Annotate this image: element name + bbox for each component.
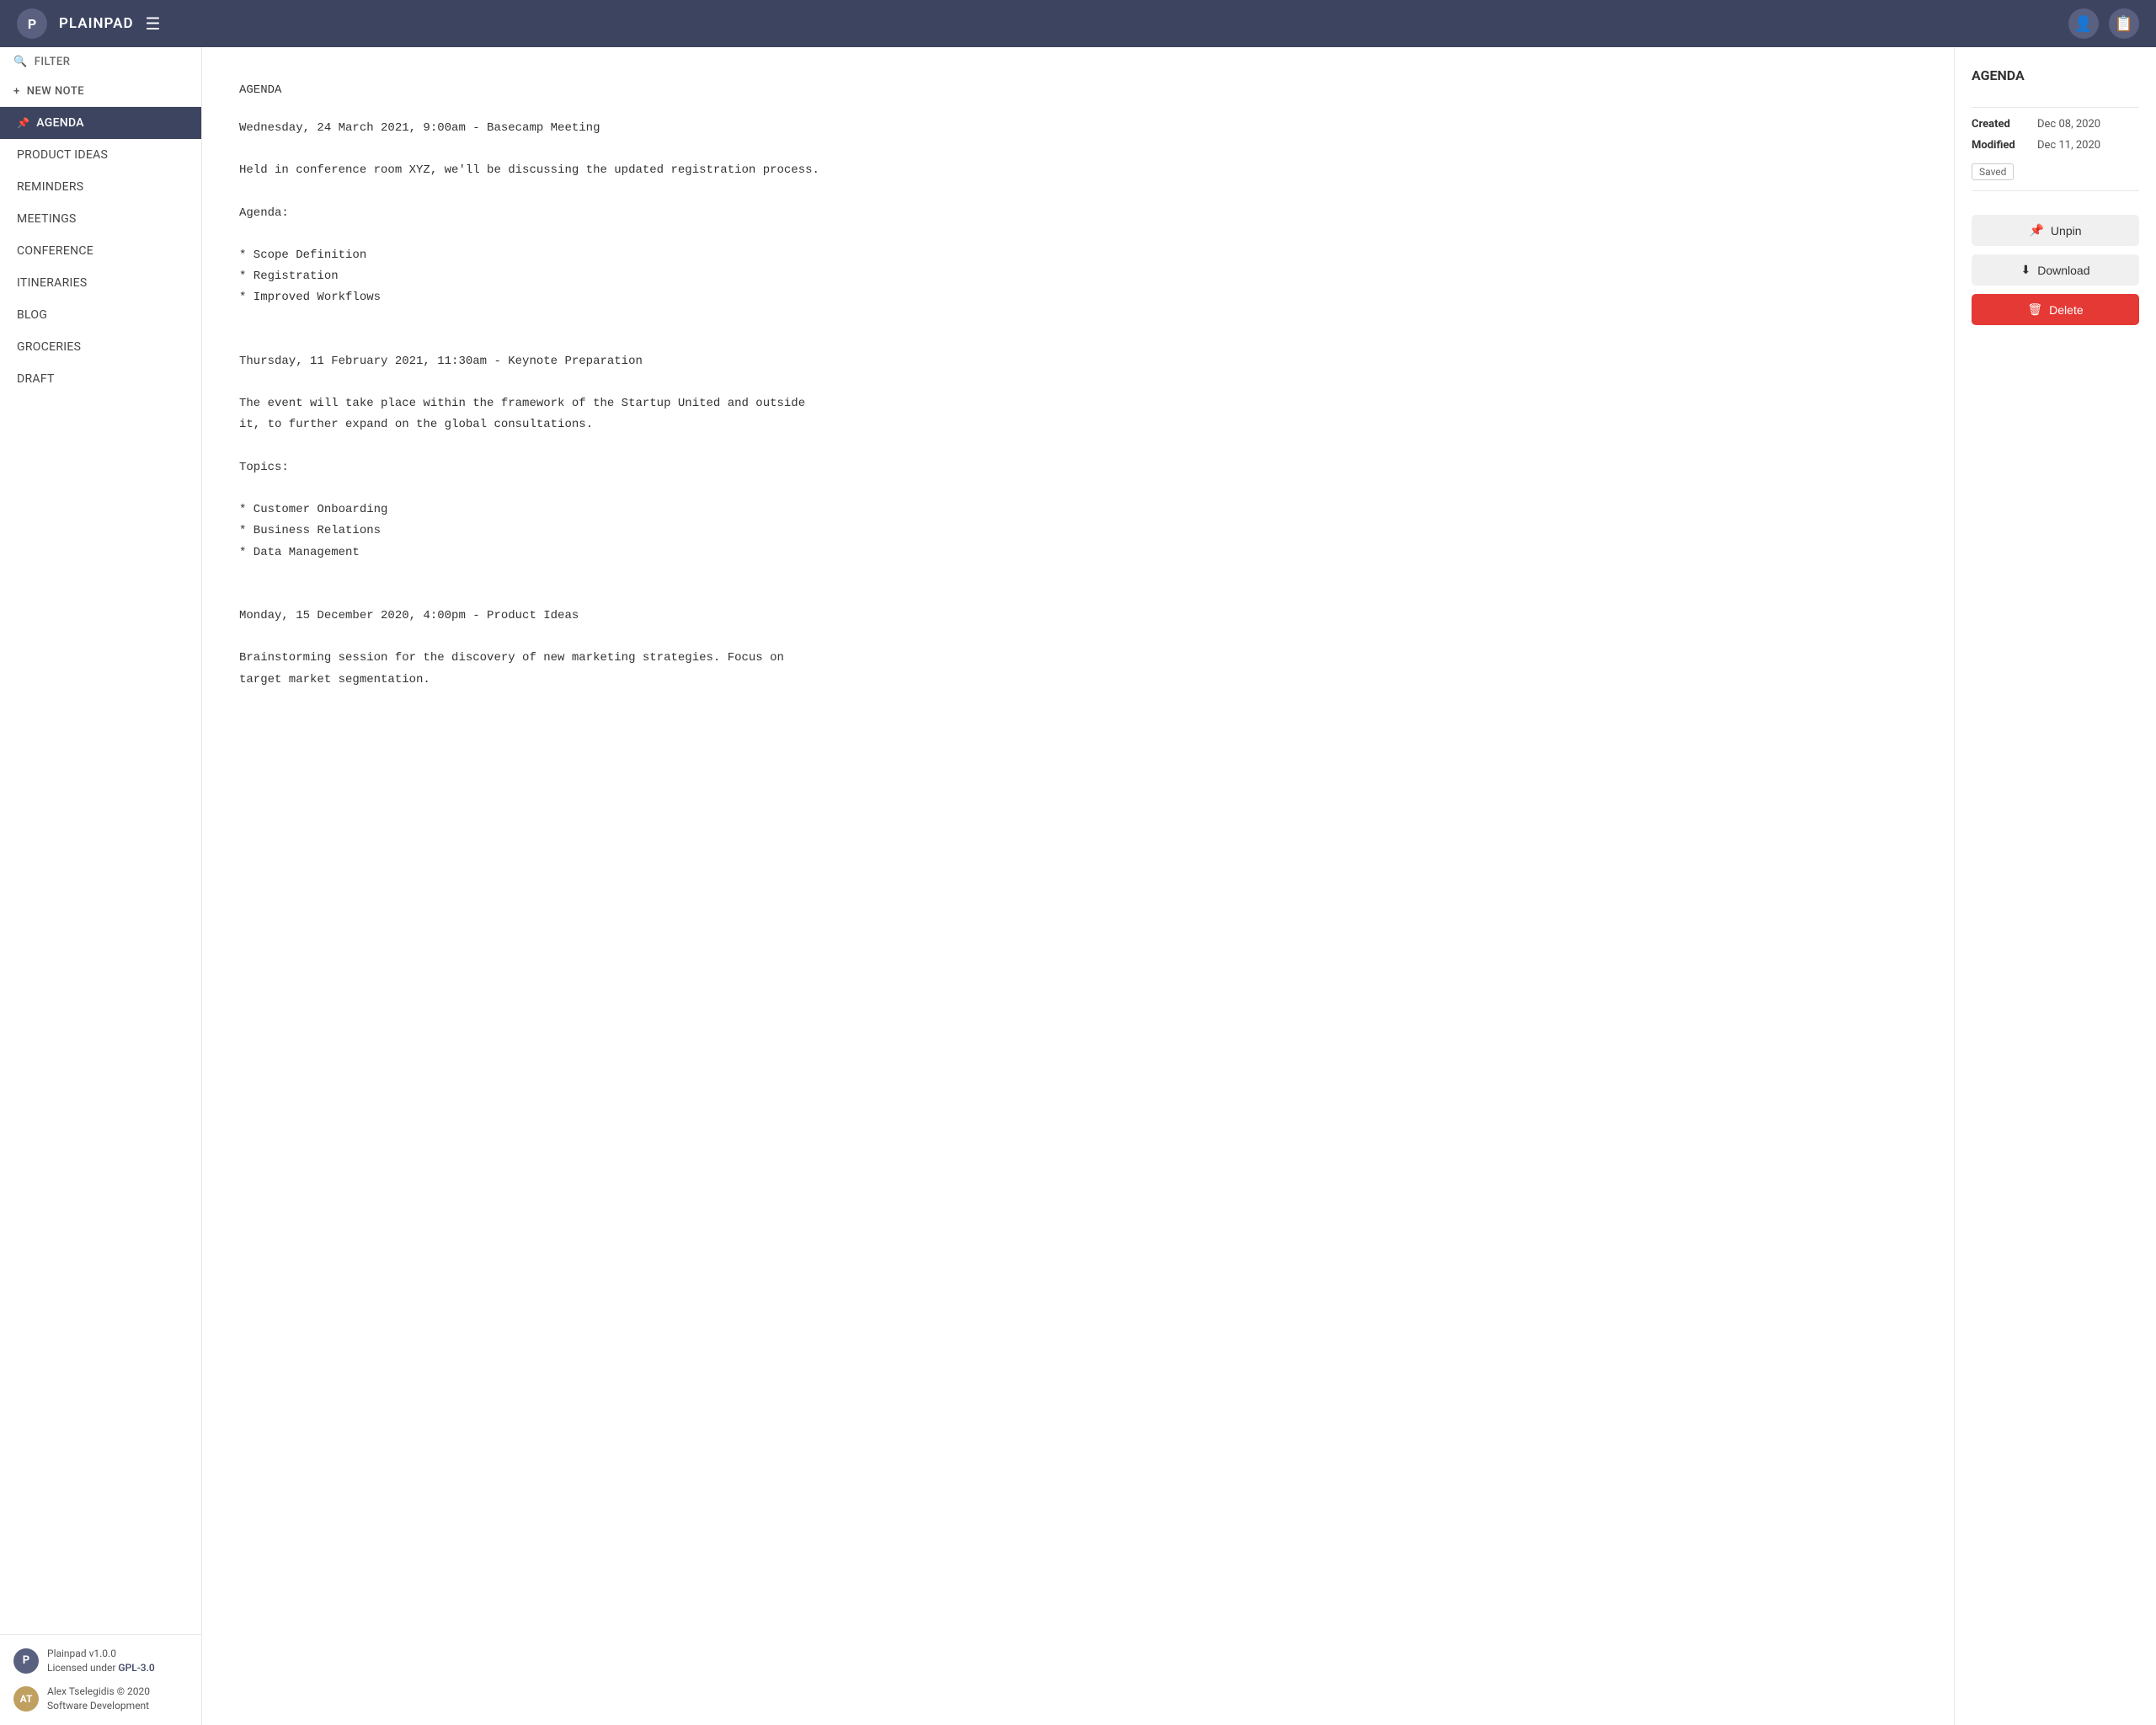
author-role: Software Development	[47, 1699, 150, 1713]
download-button[interactable]: ⬇ Download	[1972, 254, 2139, 286]
search-icon: 🔍	[13, 56, 28, 68]
content-area: AGENDA Wednesday, 24 March 2021, 9:00am …	[202, 47, 1954, 1725]
sidebar-item-itineraries[interactable]: ITINERARIES	[0, 267, 201, 299]
note-body[interactable]: Wednesday, 24 March 2021, 9:00am - Basec…	[239, 118, 1917, 691]
sidebar-item-groceries[interactable]: GROCERIES	[0, 331, 201, 363]
plus-icon: +	[13, 85, 20, 98]
filter-row[interactable]: 🔍 FILTER	[0, 47, 201, 77]
sidebar-item-product-ideas[interactable]: PRODUCT IDEAS	[0, 139, 201, 171]
delete-button[interactable]: 🗑 Delete	[1972, 294, 2139, 325]
modified-label: Modified	[1972, 139, 2031, 152]
footer-user: AT Alex Tselegidis © 2020 Software Devel…	[13, 1685, 188, 1713]
author-name: Alex Tselegidis © 2020	[47, 1685, 150, 1699]
filter-label: FILTER	[35, 56, 71, 68]
sidebar-item-label: MEETINGS	[17, 212, 77, 226]
app-version: Plainpad v1.0.0	[47, 1647, 155, 1661]
unpin-label: Unpin	[2051, 224, 2082, 238]
trash-icon: 🗑	[2027, 302, 2042, 317]
download-label: Download	[2037, 264, 2089, 277]
sidebar-item-label: BLOG	[17, 308, 47, 322]
sidebar-item-label: GROCERIES	[17, 340, 81, 354]
header-right: 👤 📋	[2068, 8, 2139, 39]
user-icon[interactable]: 👤	[2068, 8, 2099, 39]
sidebar-item-meetings[interactable]: MEETINGS	[0, 203, 201, 235]
app-logo: P	[17, 8, 47, 39]
license-link[interactable]: GPL-3.0	[118, 1662, 154, 1674]
sidebar-item-agenda[interactable]: 📌 AGENDA	[0, 107, 201, 139]
app-name: PLAINPAD	[59, 15, 134, 32]
sidebar: 🔍 FILTER + NEW NOTE 📌 AGENDA PRODUCT IDEAS…	[0, 47, 202, 1725]
sidebar-nav: 📌 AGENDA PRODUCT IDEAS REMINDERS MEETINGS CON…	[0, 107, 201, 1634]
license-text: Licensed under GPL-3.0	[47, 1661, 155, 1675]
header: P PLAINPAD ☰ 👤 📋	[0, 0, 2156, 47]
sidebar-item-blog[interactable]: BLOG	[0, 299, 201, 331]
sidebar-item-conference[interactable]: CONFERENCE	[0, 235, 201, 267]
sidebar-item-label: ITINERARIES	[17, 276, 87, 290]
pin-icon: 📌	[2029, 223, 2043, 238]
pin-icon-small: 📌	[17, 117, 29, 129]
header-left: P PLAINPAD ☰	[17, 8, 160, 39]
right-panel: AGENDA Created Dec 08, 2020 Modified Dec…	[1954, 47, 2156, 1725]
panel-title: AGENDA	[1972, 67, 2139, 83]
created-value: Dec 08, 2020	[2037, 118, 2100, 131]
sidebar-footer: P Plainpad v1.0.0 Licensed under GPL-3.0…	[0, 1634, 201, 1725]
new-note-label: NEW NOTE	[27, 85, 84, 98]
created-row: Created Dec 08, 2020	[1972, 118, 2139, 131]
sidebar-item-label: AGENDA	[36, 116, 84, 130]
modified-row: Modified Dec 11, 2020	[1972, 139, 2139, 152]
sidebar-item-label: DRAFT	[17, 372, 55, 386]
footer-avatar: AT	[13, 1686, 39, 1712]
note-title: AGENDA	[239, 81, 1917, 101]
sidebar-item-draft[interactable]: DRAFT	[0, 363, 201, 395]
delete-label: Delete	[2049, 303, 2083, 317]
panel-divider-1	[1972, 107, 2139, 108]
panel-actions: 📌 Unpin ⬇ Download 🗑 Delete	[1972, 215, 2139, 325]
notes-icon[interactable]: 📋	[2109, 8, 2139, 39]
footer-app-info: P Plainpad v1.0.0 Licensed under GPL-3.0	[13, 1647, 188, 1675]
sidebar-item-label: CONFERENCE	[17, 244, 93, 258]
unpin-button[interactable]: 📌 Unpin	[1972, 215, 2139, 246]
footer-user-text: Alex Tselegidis © 2020 Software Developm…	[47, 1685, 150, 1713]
sidebar-item-label: PRODUCT IDEAS	[17, 148, 108, 162]
created-label: Created	[1972, 118, 2031, 131]
modified-value: Dec 11, 2020	[2037, 139, 2100, 152]
new-note-row[interactable]: + NEW NOTE	[0, 77, 201, 107]
saved-badge: Saved	[1972, 163, 2014, 180]
main-layout: 🔍 FILTER + NEW NOTE 📌 AGENDA PRODUCT IDEAS…	[0, 47, 2156, 1725]
panel-divider-2	[1972, 190, 2139, 191]
sidebar-item-label: REMINDERS	[17, 180, 83, 194]
sidebar-item-reminders[interactable]: REMINDERS	[0, 171, 201, 203]
footer-app-text: Plainpad v1.0.0 Licensed under GPL-3.0	[47, 1647, 155, 1675]
hamburger-icon[interactable]: ☰	[146, 13, 161, 34]
download-icon: ⬇	[2021, 263, 2031, 277]
footer-logo: P	[13, 1648, 39, 1674]
